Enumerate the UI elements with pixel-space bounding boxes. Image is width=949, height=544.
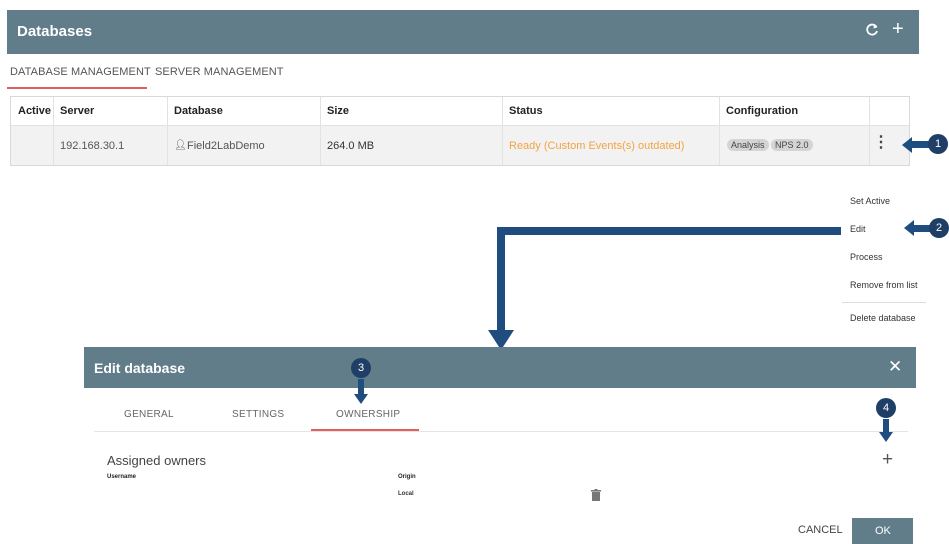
menu-divider — [842, 302, 926, 303]
databases-header: Databases + — [7, 10, 919, 54]
tab-ownership[interactable]: OWNERSHIP — [336, 409, 400, 420]
column-header-database: Database — [174, 105, 223, 117]
column-divider — [502, 97, 503, 165]
cell-origin: Local — [398, 491, 414, 497]
column-divider — [320, 97, 321, 165]
tab-general[interactable]: GENERAL — [124, 409, 174, 420]
menu-item-edit[interactable]: Edit — [850, 224, 866, 234]
section-title: Assigned owners — [107, 453, 206, 468]
add-database-icon[interactable]: + — [892, 18, 904, 41]
cell-server: 192.168.30.1 — [60, 140, 125, 152]
column-header-size: Size — [327, 105, 350, 117]
cell-size: 264.0 MB — [327, 140, 375, 152]
user-icon: 👤︎ — [174, 140, 187, 151]
menu-item-process[interactable]: Process — [850, 252, 883, 262]
dialog-title: Edit database — [94, 360, 186, 376]
trash-icon[interactable] — [591, 488, 601, 506]
config-badge-analysis: Analysis — [727, 139, 769, 151]
callout-4: 4 — [876, 398, 896, 418]
column-header-server: Server — [60, 105, 95, 117]
active-tab-indicator — [7, 87, 147, 89]
callout-2: 2 — [929, 218, 949, 238]
ok-button[interactable]: OK — [852, 518, 913, 544]
close-icon[interactable]: ✕ — [888, 357, 902, 377]
callout-arrow-shaft — [914, 225, 930, 232]
callout-arrow-head — [904, 220, 914, 236]
callout-arrow-shaft — [912, 141, 929, 148]
callout-arrow-head — [902, 137, 912, 153]
callout-arrow-shaft — [358, 379, 364, 395]
column-divider — [719, 97, 720, 165]
menu-item-delete-database[interactable]: Delete database — [850, 313, 916, 323]
callout-arrow-head — [879, 432, 893, 442]
databases-table: Active Server Database Size Status Confi… — [10, 96, 910, 166]
column-header-username: Username — [107, 474, 137, 480]
column-header-origin: Origin — [398, 474, 416, 480]
config-badge-nps: NPS 2.0 — [771, 139, 813, 151]
tab-database-management[interactable]: DATABASE MANAGEMENT — [10, 66, 151, 78]
cancel-button[interactable]: CANCEL — [798, 524, 843, 536]
column-divider — [869, 97, 870, 165]
page-title: Databases — [17, 23, 93, 40]
add-owner-icon[interactable]: + — [882, 449, 893, 471]
row-menu-icon[interactable]: ⋮ — [873, 135, 889, 151]
flow-arrow-horizontal — [497, 227, 841, 235]
cell-database: Field2LabDemo — [187, 140, 265, 152]
ok-button-label: OK — [875, 525, 891, 537]
column-header-status: Status — [509, 105, 543, 117]
column-header-active: Active — [18, 105, 52, 117]
tab-settings[interactable]: SETTINGS — [232, 409, 284, 420]
callout-arrow-head — [354, 394, 368, 404]
header-divider — [11, 125, 909, 126]
column-header-configuration: Configuration — [726, 105, 799, 117]
dialog-header — [84, 347, 916, 388]
menu-item-remove-from-list[interactable]: Remove from list — [850, 280, 918, 290]
tab-divider — [94, 431, 908, 432]
column-divider — [167, 97, 168, 165]
refresh-icon[interactable] — [865, 21, 879, 42]
flow-arrow-vertical — [497, 227, 505, 333]
column-divider — [53, 97, 54, 165]
cell-status: Ready (Custom Events(s) outdated) — [509, 140, 685, 152]
active-tab-indicator — [311, 429, 419, 431]
tab-server-management[interactable]: SERVER MANAGEMENT — [155, 66, 284, 78]
callout-3: 3 — [351, 358, 371, 378]
callout-arrow-shaft — [883, 419, 889, 433]
menu-item-set-active[interactable]: Set Active — [850, 196, 890, 206]
callout-1: 1 — [928, 134, 948, 154]
